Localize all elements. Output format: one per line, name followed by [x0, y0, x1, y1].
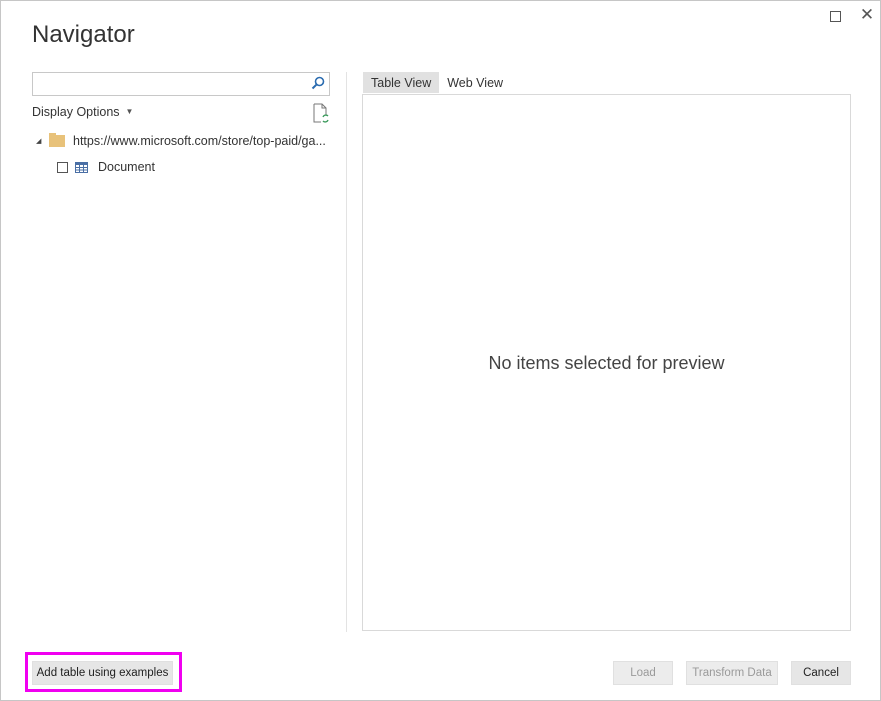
- folder-icon: [49, 133, 65, 147]
- load-button[interactable]: Load: [613, 661, 673, 685]
- maximize-icon: [830, 11, 841, 22]
- preview-pane: No items selected for preview: [362, 94, 851, 631]
- search-icon[interactable]: [311, 76, 325, 90]
- search-input[interactable]: [33, 73, 311, 93]
- cancel-button[interactable]: Cancel: [791, 661, 851, 685]
- pane-divider[interactable]: [346, 72, 347, 632]
- display-options-dropdown[interactable]: Display Options ▼: [32, 105, 133, 119]
- refresh-icon[interactable]: [312, 103, 330, 123]
- maximize-button[interactable]: [826, 7, 846, 25]
- transform-data-button[interactable]: Transform Data: [686, 661, 778, 685]
- expand-arrow-icon[interactable]: ◢: [36, 137, 46, 145]
- display-options-label: Display Options: [32, 105, 120, 119]
- close-icon: ✕: [859, 5, 875, 24]
- add-table-using-examples-button[interactable]: Add table using examples: [32, 661, 173, 685]
- window-title: Navigator: [32, 21, 135, 48]
- document-label: Document: [98, 160, 155, 174]
- caret-down-icon: ▼: [125, 107, 134, 116]
- document-checkbox[interactable]: [57, 161, 68, 173]
- tree-item-document[interactable]: Document: [57, 160, 155, 174]
- close-button[interactable]: ✕: [857, 5, 877, 25]
- table-icon: [75, 161, 88, 173]
- navigator-window: Navigator ✕ Display Options ▼ ◢ https://w…: [0, 0, 881, 701]
- tab-table-view[interactable]: Table View: [363, 72, 440, 93]
- view-tabs: Table View Web View: [363, 72, 511, 93]
- empty-preview-message: No items selected for preview: [488, 353, 725, 373]
- search-box: [32, 72, 330, 96]
- tree-root-item[interactable]: ◢ https://www.microsoft.com/store/top-pa…: [36, 133, 326, 148]
- tab-web-view[interactable]: Web View: [439, 72, 511, 93]
- tree-root-label: https://www.microsoft.com/store/top-paid…: [73, 134, 326, 148]
